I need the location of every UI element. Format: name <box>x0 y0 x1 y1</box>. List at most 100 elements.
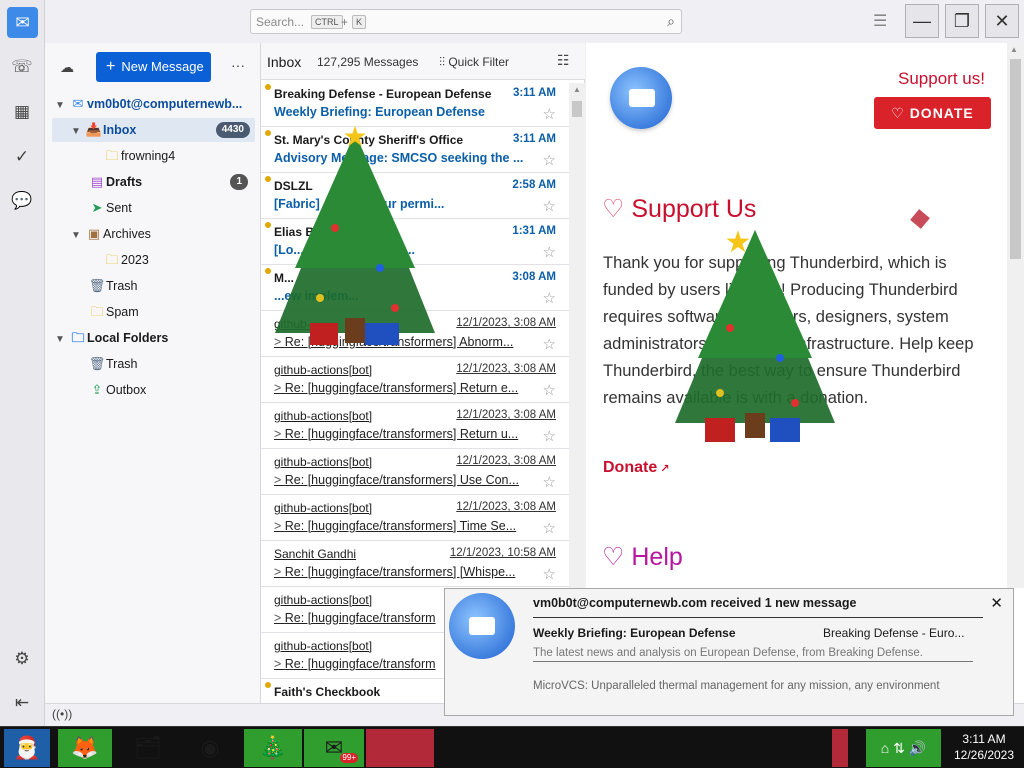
drafts-icon: ▤ <box>90 174 104 189</box>
local-outbox-label: Outbox <box>106 383 147 397</box>
donate-link[interactable]: Donate ↗ <box>603 459 670 477</box>
support-us-link[interactable]: Support us! <box>898 69 985 89</box>
taskbar-chrome[interactable]: ◉ <box>190 729 230 767</box>
chat-icon[interactable]: 💬 <box>11 190 33 212</box>
folder-inbox[interactable]: ▼ 📥Inbox 4430 <box>52 118 255 142</box>
star-icon[interactable]: ☆ <box>543 243 556 261</box>
minimize-button[interactable]: — <box>905 4 939 38</box>
message-row[interactable]: Sanchit Gandhi 12/1/2023, 10:58 AM > Re: [… <box>261 541 569 587</box>
folder-pane-more-icon[interactable]: ··· <box>231 57 245 73</box>
app-menu-icon[interactable]: ☰ <box>873 11 887 31</box>
message-sender: Faith's Checkbook <box>274 685 381 699</box>
santa-icon: 🎅 <box>13 735 41 760</box>
notification-body-1: The latest news and analysis on European… <box>533 645 973 662</box>
folder-spam[interactable]: 🗀 Spam <box>88 300 253 324</box>
star-icon[interactable]: ☆ <box>543 473 556 491</box>
taskbar-empty-slot[interactable] <box>366 729 434 767</box>
message-row[interactable]: github-actions[bot] 12/1/2023, 3:08 AM > R… <box>261 403 569 449</box>
message-subject: > Re: [huggingface/transformers] Use Con… <box>274 473 534 487</box>
scroll-up-arrow[interactable]: ▲ <box>572 85 582 97</box>
message-sender: github-actions[bot] <box>274 593 373 607</box>
taskbar-file-explorer[interactable]: 🗂 <box>128 729 168 767</box>
folder-frowning4[interactable]: 🗀 frowning4 <box>103 144 253 168</box>
message-subject: Weekly Briefing: European Defense <box>274 105 534 119</box>
address-book-icon[interactable]: ☏ <box>11 56 33 78</box>
local-outbox[interactable]: ⇪ Outbox <box>88 378 253 402</box>
search-icon[interactable]: ⌕ <box>667 13 675 30</box>
star-icon[interactable]: ☆ <box>543 565 556 583</box>
taskbar-firefox[interactable]: 🦊 <box>58 729 112 767</box>
christmas-tree-decoration-2: ★ <box>675 225 835 442</box>
title-bar: Search... CTRL + K ⌕ ☰ — ❐ ✕ <box>45 0 1024 43</box>
folder-drafts[interactable]: ▤ Drafts 1 <box>88 170 253 194</box>
star-icon[interactable]: ☆ <box>543 289 556 307</box>
local-folders-row[interactable]: ▼ 🗀 Local Folders <box>55 326 255 350</box>
thread-chevron-icon[interactable]: > <box>274 519 285 533</box>
tray-indicator[interactable] <box>832 729 848 767</box>
thread-chevron-icon[interactable]: > <box>274 473 285 487</box>
account-row[interactable]: ▼ ✉ vm0b0t@computernewb... <box>55 92 255 116</box>
notification-divider <box>533 617 983 618</box>
restore-button[interactable]: ❐ <box>945 4 979 38</box>
drafts-count-badge: 1 <box>230 174 248 190</box>
message-subject-text: Re: [huggingface/transform <box>284 657 436 671</box>
donate-button[interactable]: ♡ DONATE <box>874 97 991 129</box>
folder-spam-label: Spam <box>106 305 139 319</box>
quick-filter-button[interactable]: ⫶⫶ Quick Filter <box>439 55 509 70</box>
folder-trash-label: Trash <box>106 279 138 293</box>
online-status-icon[interactable]: ((•)) <box>52 707 72 721</box>
message-sender: github-actions[bot] <box>274 639 373 653</box>
help-hearts-icon: ♡ <box>602 543 632 571</box>
new-mail-notification[interactable]: vm0b0t@computernewb.com received 1 new m… <box>444 588 1014 716</box>
thread-chevron-icon[interactable]: > <box>274 657 285 671</box>
taskbar-christmas-tree[interactable]: 🎄 <box>244 729 302 767</box>
star-icon[interactable]: ☆ <box>543 335 556 353</box>
message-subject: > Re: [huggingface/transformers] Return … <box>274 381 534 395</box>
message-date: 3:08 AM <box>512 271 556 283</box>
star-icon[interactable]: ☆ <box>543 381 556 399</box>
taskbar-thunderbird[interactable]: ✉ 99+ <box>304 729 364 767</box>
star-icon[interactable]: ☆ <box>543 427 556 445</box>
folder-trash[interactable]: 🗑Trash <box>88 274 253 298</box>
scroll-up-arrow[interactable]: ▲ <box>1010 45 1018 54</box>
reading-pane-scrollbar[interactable]: ▲ <box>1007 43 1024 588</box>
spaces-toolbar: ✉ ☏ ▦ ✓ 💬 ⚙ ⇤ <box>0 0 45 726</box>
taskbar-clock[interactable]: 3:11 AM 12/26/2023 <box>944 731 1024 763</box>
star-icon[interactable]: ☆ <box>543 105 556 123</box>
settings-icon[interactable]: ⚙ <box>11 648 33 670</box>
notification-close-icon[interactable]: ✕ <box>990 594 1003 612</box>
quick-filter-label: Quick Filter <box>448 55 510 69</box>
message-row[interactable]: github-actions[bot] 12/1/2023, 3:08 AM > R… <box>261 449 569 495</box>
collapse-spaces-icon[interactable]: ⇤ <box>11 692 33 714</box>
star-icon[interactable]: ☆ <box>543 197 556 215</box>
local-trash[interactable]: 🗑Trash <box>88 352 253 376</box>
thread-chevron-icon[interactable]: > <box>274 565 285 579</box>
folder-archives[interactable]: ▼ ▣ Archives <box>71 222 253 246</box>
thread-chevron-icon[interactable]: > <box>274 427 285 441</box>
close-window-button[interactable]: ✕ <box>985 4 1019 38</box>
svg-text:★: ★ <box>342 120 367 153</box>
search-placeholder: Search... <box>256 15 305 29</box>
tasks-icon[interactable]: ✓ <box>11 146 33 168</box>
taskbar: 🎅 🦊 🗂 ◉ 🎄 ✉ 99+ ⌂ ⇅ 🔊 3:11 AM 12/26/2023 <box>0 726 1024 768</box>
mail-space-icon[interactable]: ✉ <box>7 7 38 38</box>
calendar-icon[interactable]: ▦ <box>11 101 33 123</box>
folder-2023[interactable]: 🗀 2023 <box>103 248 253 272</box>
folder-sent[interactable]: ➤ Sent <box>88 196 253 220</box>
system-tray[interactable]: ⌂ ⇅ 🔊 <box>866 729 941 767</box>
global-search-input[interactable]: Search... CTRL + K ⌕ <box>250 9 682 34</box>
thread-chevron-icon[interactable]: > <box>274 381 285 395</box>
thread-chevron-icon[interactable]: > <box>274 611 285 625</box>
scroll-thumb[interactable] <box>572 101 582 117</box>
heart-icon: ♡ <box>891 105 910 121</box>
star-icon[interactable]: ☆ <box>543 519 556 537</box>
list-display-options-icon[interactable]: ☷ <box>557 52 570 69</box>
message-row[interactable]: github-actions[bot] 12/1/2023, 3:08 AM > R… <box>261 495 569 541</box>
new-message-button[interactable]: + New Message <box>96 52 211 82</box>
help-heading-text: Help <box>631 543 683 571</box>
start-button[interactable]: 🎅 <box>4 729 50 767</box>
star-icon[interactable]: ☆ <box>543 151 556 169</box>
message-row[interactable]: github-actions[bot] 12/1/2023, 3:08 AM > R… <box>261 357 569 403</box>
scroll-thumb[interactable] <box>1010 59 1021 259</box>
get-messages-icon[interactable]: ☁ <box>60 59 74 76</box>
